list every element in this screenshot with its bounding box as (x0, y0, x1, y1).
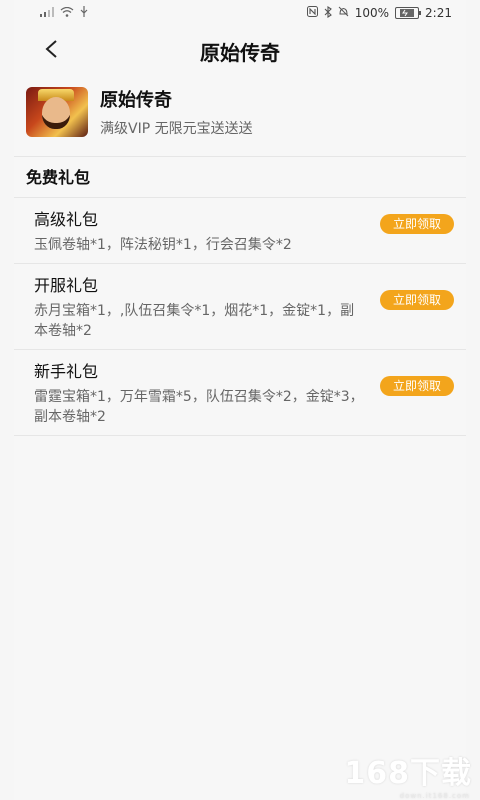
gift-pack-item: 新手礼包 雷霆宝箱*1，万年雪霜*5，队伍召集令*2，金锭*3，副本卷轴*2 立… (14, 350, 466, 436)
battery-icon (395, 7, 422, 19)
wifi-icon (60, 6, 74, 20)
clock: 2:21 (425, 6, 452, 20)
page-header: 原始传奇 (14, 26, 466, 76)
status-bar: 100% 2:21 (14, 0, 466, 26)
signal-icon (40, 6, 54, 20)
gift-pack-name: 新手礼包 (34, 362, 99, 381)
claim-button[interactable]: 立即领取 (380, 376, 454, 396)
gift-pack-contents: 赤月宝箱*1，,队伍召集令*1，烟花*1，金锭*1，副本卷轴*2 (34, 303, 355, 339)
watermark-logo: 168下载 down.it168.com (344, 748, 472, 800)
battery-percent: 100% (354, 6, 390, 20)
phone-screen: 100% 2:21 原始传奇 原始传奇 满级VIP 无限元宝送送送 免费礼包 高… (14, 0, 466, 800)
gift-pack-contents: 玉佩卷轴*1，阵法秘钥*1，行会召集令*2 (34, 237, 292, 253)
game-name: 原始传奇 (100, 90, 172, 111)
watermark-text: 168下载 (344, 756, 472, 791)
bluetooth-icon (324, 5, 332, 21)
usb-icon (80, 6, 88, 20)
claim-button[interactable]: 立即领取 (380, 290, 454, 310)
game-avatar (26, 87, 88, 137)
chevron-left-icon (45, 40, 57, 58)
back-button[interactable] (36, 34, 66, 64)
gift-pack-item: 开服礼包 赤月宝箱*1，,队伍召集令*1，烟花*1，金锭*1，副本卷轴*2 立即… (14, 264, 466, 350)
game-description: 满级VIP 无限元宝送送送 (100, 121, 253, 137)
game-info-card: 原始传奇 满级VIP 无限元宝送送送 (14, 76, 466, 157)
status-left (40, 6, 88, 20)
gift-pack-contents: 雷霆宝箱*1，万年雪霜*5，队伍召集令*2，金锭*3，副本卷轴*2 (34, 389, 364, 425)
gift-pack-name: 开服礼包 (34, 276, 99, 295)
status-right: 100% 2:21 (306, 5, 452, 21)
nfc-icon (306, 6, 318, 20)
mute-icon (338, 6, 349, 20)
gift-pack-item: 高级礼包 玉佩卷轴*1，阵法秘钥*1，行会召集令*2 立即领取 (14, 198, 466, 264)
gift-pack-name: 高级礼包 (34, 210, 99, 229)
avatar-face (42, 97, 70, 129)
watermark-url: down.it168.com (399, 792, 470, 800)
page-title: 原始传奇 (200, 40, 280, 65)
claim-button[interactable]: 立即领取 (380, 214, 454, 234)
section-title: 免费礼包 (14, 157, 466, 198)
game-text: 原始传奇 满级VIP 无限元宝送送送 (100, 86, 253, 138)
